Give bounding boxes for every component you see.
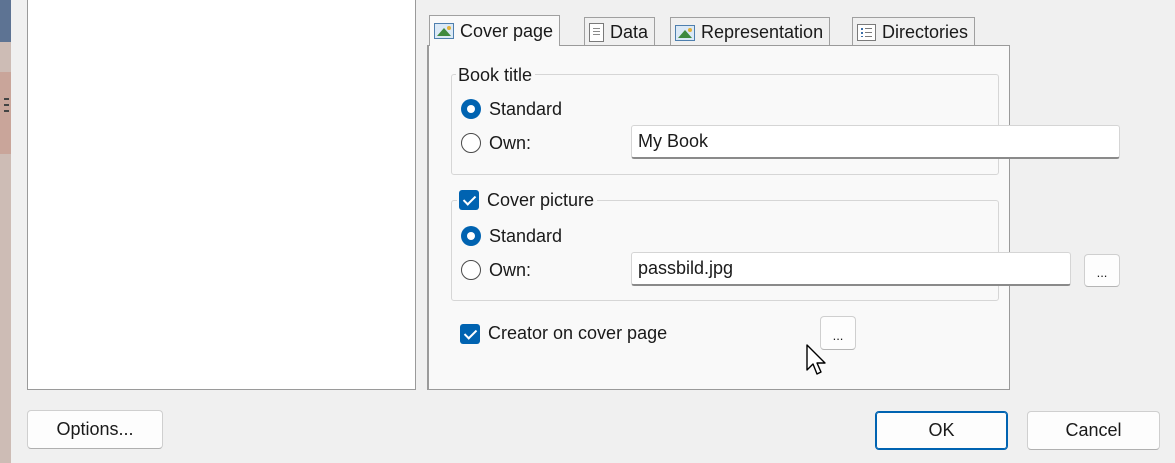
cancel-button[interactable]: Cancel — [1027, 411, 1160, 450]
book-title-standard-label: Standard — [489, 99, 563, 119]
picture-icon — [675, 24, 695, 41]
cover-picture-browse-button[interactable]: ... — [1084, 254, 1120, 287]
tab-cover-page-label: Cover page — [460, 20, 554, 41]
cover-picture-own-input[interactable] — [631, 252, 1071, 286]
cover-picture-standard-label: Standard — [489, 226, 563, 246]
book-title-own-input[interactable] — [631, 125, 1120, 159]
cover-picture-checkbox[interactable] — [459, 190, 479, 210]
options-button[interactable]: Options... — [27, 410, 163, 449]
tab-representation-label: Representation — [701, 22, 824, 42]
creator-row: Creator on cover page — [460, 323, 667, 344]
book-title-standard-radio[interactable] — [461, 99, 481, 119]
cover-picture-own-label: Own: — [489, 260, 532, 280]
tab-cover-page[interactable]: Cover page — [429, 15, 561, 46]
background-window-edge — [0, 0, 11, 463]
tab-data-label: Data — [610, 22, 649, 42]
picture-icon — [434, 23, 454, 39]
preview-pane — [27, 0, 416, 390]
cover-picture-standard-radio[interactable] — [461, 226, 481, 246]
cover-picture-own-radio[interactable] — [461, 260, 481, 280]
cover-picture-group-header: Cover picture — [457, 189, 598, 211]
tab-directories[interactable]: Directories — [852, 17, 976, 47]
book-title-own-radio[interactable] — [461, 133, 481, 153]
creator-on-cover-label: Creator on cover page — [488, 323, 668, 343]
ok-button[interactable]: OK — [875, 411, 1008, 450]
book-title-group-label: Book title — [456, 64, 536, 86]
list-icon — [857, 24, 876, 41]
tab-data[interactable]: Data — [584, 17, 656, 47]
tab-representation[interactable]: Representation — [670, 17, 831, 47]
tab-directories-label: Directories — [882, 22, 969, 42]
cover-page-panel: Book title Standard Own: Cover picture S… — [427, 45, 1120, 390]
book-title-own-label: Own: — [489, 133, 532, 153]
document-icon — [589, 23, 604, 42]
cover-picture-label: Cover picture — [487, 190, 595, 210]
mouse-pointer-icon — [806, 344, 826, 375]
creator-on-cover-checkbox[interactable] — [460, 323, 480, 344]
